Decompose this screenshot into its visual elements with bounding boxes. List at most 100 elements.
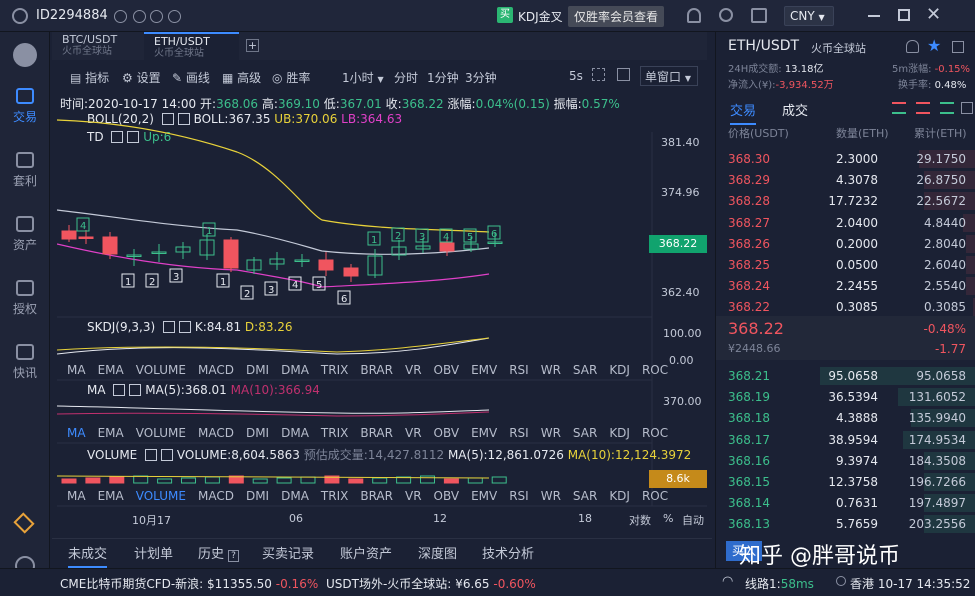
tab-plan-orders[interactable]: 计划单 (134, 543, 173, 562)
auto-scale-toggle[interactable]: 自动 (682, 512, 704, 528)
ind-tab-emv[interactable]: EMV (471, 489, 497, 503)
ask-row[interactable]: 368.25 0.0500 2.6040 (716, 255, 975, 275)
ind-tab-dma[interactable]: DMA (281, 363, 309, 377)
ind-tab-trix[interactable]: TRIX (321, 363, 348, 377)
tab-open-orders[interactable]: 未成交 (68, 543, 108, 568)
bell-icon[interactable] (906, 40, 919, 53)
ind-tab-vr[interactable]: VR (405, 489, 422, 503)
ind-tab-volume[interactable]: VOLUME (136, 489, 186, 503)
ind-tab-brar[interactable]: BRAR (360, 363, 393, 377)
fullscreen-icon[interactable] (592, 68, 605, 81)
ask-row[interactable]: 368.29 4.3078 26.8750 (716, 170, 975, 190)
ask-row[interactable]: 368.28 17.7232 22.5672 (716, 191, 975, 211)
tab-eth-usdt[interactable]: ETH/USDT 火币全球站 (144, 32, 239, 60)
tab-deal[interactable]: 成交 (782, 100, 808, 119)
log-scale-toggle[interactable]: 对数 (629, 512, 651, 528)
ind-tab-wr[interactable]: WR (541, 489, 561, 503)
add-tab-button[interactable]: + (246, 39, 259, 52)
ind-tab-obv[interactable]: OBV (434, 426, 460, 440)
view-asks-icon[interactable] (916, 102, 930, 114)
star-icon[interactable]: ★ (927, 36, 941, 55)
maximize-icon[interactable] (898, 9, 910, 21)
ind-tab-sar[interactable]: SAR (573, 489, 597, 503)
bid-row[interactable]: 368.15 12.3758 196.7266 (716, 472, 975, 492)
ask-row[interactable]: 368.26 0.2000 2.8040 (716, 234, 975, 254)
screenshot-icon[interactable] (617, 68, 630, 81)
bid-row[interactable]: 368.14 0.7631 197.4897 (716, 493, 975, 513)
bid-row[interactable]: 368.17 38.9594 174.9534 (716, 430, 975, 450)
ind-tab-rsi[interactable]: RSI (509, 363, 529, 377)
indicator-button[interactable]: ▤ 指标 (70, 69, 109, 86)
ind-tab-roc[interactable]: ROC (642, 426, 668, 440)
nav-item-trade[interactable]: 交易 (0, 88, 50, 125)
gear-icon[interactable] (145, 449, 158, 461)
minimize-icon[interactable] (868, 15, 880, 17)
view-bids-icon[interactable] (940, 102, 954, 114)
ind-tab-obv[interactable]: OBV (434, 489, 460, 503)
search-icon[interactable] (719, 8, 733, 22)
tab-history[interactable]: 历史 ? (198, 543, 239, 562)
percent-scale-toggle[interactable]: % (663, 512, 673, 525)
badge-icon-1[interactable] (114, 10, 127, 23)
close-icon[interactable] (161, 449, 174, 461)
connection-status[interactable]: 线路1:58ms (745, 575, 814, 592)
ind-tab-brar[interactable]: BRAR (360, 426, 393, 440)
ind-tab-dmi[interactable]: DMI (246, 426, 269, 440)
bid-row[interactable]: 368.21 95.0658 95.0658 (716, 366, 975, 386)
ind-tab-dmi[interactable]: DMI (246, 363, 269, 377)
ind-tab-volume[interactable]: VOLUME (136, 426, 186, 440)
close-icon[interactable]: ✕ (926, 4, 941, 25)
ind-tab-emv[interactable]: EMV (471, 426, 497, 440)
ind-tab-ma[interactable]: MA (67, 426, 86, 440)
ind-tab-kdj[interactable]: KDJ (609, 489, 630, 503)
ind-tab-trix[interactable]: TRIX (321, 489, 348, 503)
ind-tab-brar[interactable]: BRAR (360, 489, 393, 503)
tab-tech-analysis[interactable]: 技术分析 (482, 543, 534, 562)
advanced-button[interactable]: ▦ 高级 (222, 69, 261, 86)
refresh-interval[interactable]: 5s (569, 69, 583, 83)
ind-tab-emv[interactable]: EMV (471, 363, 497, 377)
bid-row[interactable]: 368.13 5.7659 203.2556 (716, 514, 975, 534)
ind-tab-kdj[interactable]: KDJ (609, 363, 630, 377)
nav-item-auth[interactable]: 授权 (0, 280, 50, 317)
ask-row[interactable]: 368.22 0.3085 0.3085 (716, 297, 975, 317)
ind-tab-sar[interactable]: SAR (573, 363, 597, 377)
ind-tab-dma[interactable]: DMA (281, 426, 309, 440)
badge-icon-3[interactable] (150, 10, 163, 23)
close-icon[interactable] (129, 384, 142, 396)
bid-row[interactable]: 368.19 36.5394 131.6052 (716, 387, 975, 407)
otc-ticker[interactable]: USDT场外-火币全球站: ¥6.65 -0.60% (326, 575, 536, 592)
ind-tab-volume[interactable]: VOLUME (136, 363, 186, 377)
ob-settings-icon[interactable] (961, 102, 973, 114)
ind-tab-sar[interactable]: SAR (573, 426, 597, 440)
bell-icon[interactable] (687, 8, 701, 23)
ind-tab-macd[interactable]: MACD (198, 489, 234, 503)
ind-tab-vr[interactable]: VR (405, 426, 422, 440)
ind-tab-dmi[interactable]: DMI (246, 489, 269, 503)
chart-area[interactable]: 时间:2020-10-17 14:00 开:368.06 高:369.10 低:… (57, 92, 707, 532)
badge-icon-2[interactable] (133, 10, 146, 23)
ind-tab-macd[interactable]: MACD (198, 426, 234, 440)
candlestick-chart[interactable]: 4 11 2 3 4 5 61 2 3 12 3 4 56 (57, 92, 707, 532)
ind-tab-ema[interactable]: EMA (98, 363, 124, 377)
bid-row[interactable]: 368.16 9.3974 184.3508 (716, 451, 975, 471)
diamond-icon[interactable] (13, 512, 35, 534)
tab-trade-records[interactable]: 买卖记录 (262, 543, 314, 562)
ind-tab-ema[interactable]: EMA (98, 426, 124, 440)
ind-tab-roc[interactable]: ROC (642, 363, 668, 377)
m3-button[interactable]: 3分钟 (465, 69, 497, 86)
popout-icon[interactable] (952, 41, 964, 53)
period-select[interactable]: 1小时 ▼ (342, 69, 384, 86)
ind-tab-wr[interactable]: WR (541, 426, 561, 440)
ind-tab-dma[interactable]: DMA (281, 489, 309, 503)
ind-tab-obv[interactable]: OBV (434, 363, 460, 377)
ind-tab-trix[interactable]: TRIX (321, 426, 348, 440)
close-icon[interactable] (179, 321, 191, 333)
vip-button[interactable]: 仅胜率会员查看 (568, 6, 665, 27)
ask-row[interactable]: 368.27 2.0400 4.8440 (716, 213, 975, 233)
ask-row[interactable]: 368.24 2.2455 2.5540 (716, 276, 975, 296)
gear-icon[interactable] (163, 321, 175, 333)
tab-btc-usdt[interactable]: BTC/USDT 火币全球站 (52, 32, 142, 60)
window-select[interactable]: 单窗口 ▼ (640, 66, 698, 86)
settings-button[interactable]: ⚙ 设置 (122, 69, 161, 86)
